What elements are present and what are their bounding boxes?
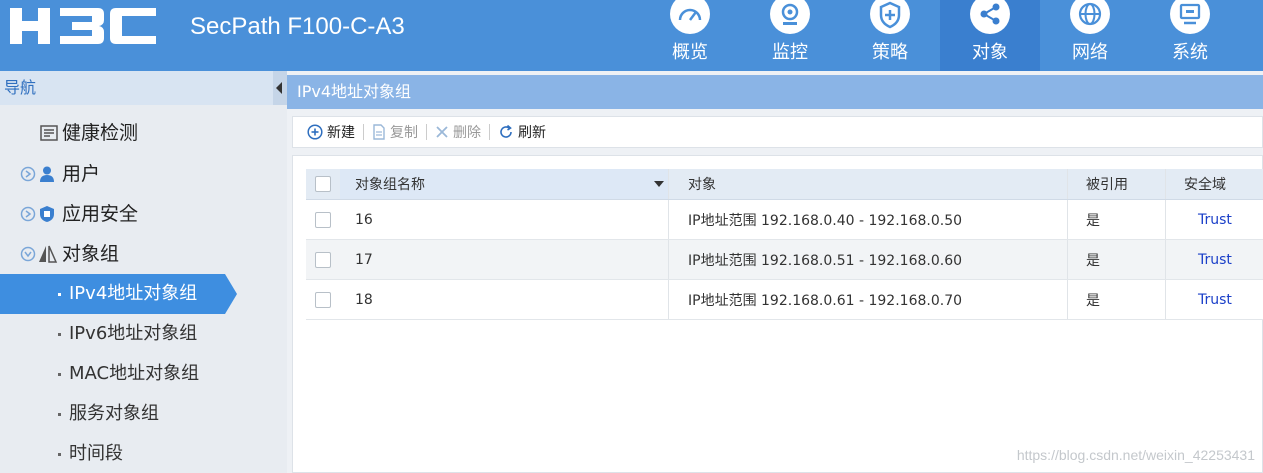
triangle-icon: [39, 245, 58, 263]
sidebar: 导航 健康检测 用户 应用安全 对象组 IPv4地址对象组 IPv6地址对象组 …: [0, 71, 287, 473]
monitor-icon: [1170, 0, 1210, 34]
select-all-checkbox[interactable]: [315, 176, 331, 192]
page-title: IPv4地址对象组: [287, 75, 1263, 109]
sidebar-title: 导航: [4, 78, 37, 97]
delete-button[interactable]: 删除: [427, 120, 489, 144]
sidebar-subitem-mac-group[interactable]: MAC地址对象组: [0, 354, 287, 394]
nav-label: 系统: [1172, 42, 1208, 63]
row-checkbox[interactable]: [315, 291, 331, 308]
nav-label: 概览: [672, 42, 708, 63]
nav-tab-policy[interactable]: 策略: [840, 0, 940, 71]
sidebar-collapse-button[interactable]: [273, 71, 287, 105]
sidebar-item-app-security[interactable]: 应用安全: [0, 194, 287, 234]
sidebar-item-object-group[interactable]: 对象组: [0, 234, 287, 274]
cell-object: IP地址范围 192.168.0.51 - 192.168.0.60: [668, 240, 1067, 279]
table-row[interactable]: 16 IP地址范围 192.168.0.40 - 192.168.0.50 是 …: [306, 200, 1263, 240]
cell-object: IP地址范围 192.168.0.40 - 192.168.0.50: [668, 200, 1067, 239]
sidebar-subitem-service-group[interactable]: 服务对象组: [0, 394, 287, 434]
camera-icon: [770, 0, 810, 34]
table-row[interactable]: 17 IP地址范围 192.168.0.51 - 192.168.0.60 是 …: [306, 240, 1263, 280]
new-button-label: 新建: [327, 125, 355, 141]
nav-tab-object[interactable]: 对象: [940, 0, 1040, 71]
sidebar-subitem-label: 服务对象组: [69, 403, 159, 424]
sidebar-item-health-check[interactable]: 健康检测: [0, 113, 287, 153]
sidebar-subitem-label: IPv6地址对象组: [69, 323, 198, 344]
sidebar-subitem-label: IPv4地址对象组: [69, 283, 198, 304]
sidebar-item-user[interactable]: 用户: [0, 154, 287, 194]
expand-circle-icon: [20, 206, 36, 222]
column-header-object: 对象: [668, 169, 1067, 199]
main-nav: 概览 监控 策略 对象 网络 系统: [640, 0, 1240, 71]
globe-icon: [1070, 0, 1110, 34]
table-row[interactable]: 18 IP地址范围 192.168.0.61 - 192.168.0.70 是 …: [306, 280, 1263, 320]
cell-name: 17: [355, 251, 373, 268]
sidebar-subitem-ipv4-group[interactable]: IPv4地址对象组: [0, 274, 287, 314]
nav-label: 策略: [872, 42, 908, 63]
cell-zone-link[interactable]: Trust: [1165, 240, 1263, 279]
nav-label: 对象: [972, 42, 1008, 63]
row-checkbox[interactable]: [315, 251, 331, 268]
column-header-zone: 安全域: [1165, 169, 1263, 199]
nav-label: 监控: [772, 42, 808, 63]
new-button[interactable]: 新建: [299, 120, 363, 144]
refresh-button[interactable]: 刷新: [490, 120, 554, 144]
cell-name: 16: [355, 211, 373, 228]
cell-zone-link[interactable]: Trust: [1165, 200, 1263, 239]
cell-referenced: 是: [1067, 280, 1165, 319]
content-area: 对象组名称 对象 被引用 安全域 16 IP地址范围 192.168.0.40 …: [292, 155, 1263, 473]
user-icon: [40, 166, 54, 182]
h3c-logo: [10, 8, 156, 44]
cell-name: 18: [355, 291, 373, 308]
row-checkbox[interactable]: [315, 211, 331, 228]
cell-referenced: 是: [1067, 240, 1165, 279]
copy-icon: [373, 124, 385, 140]
nav-tab-network[interactable]: 网络: [1040, 0, 1140, 71]
nav-label: 网络: [1072, 42, 1108, 63]
collapse-circle-icon: [20, 246, 36, 262]
nav-tab-overview[interactable]: 概览: [640, 0, 740, 71]
list-icon: [40, 125, 58, 141]
refresh-button-label: 刷新: [518, 125, 546, 141]
expand-circle-icon: [20, 166, 36, 182]
sidebar-item-label: 应用安全: [62, 203, 139, 225]
sidebar-subitem-label: 时间段: [69, 443, 123, 464]
column-header-name[interactable]: 对象组名称: [340, 169, 668, 199]
sidebar-subitem-ipv6-group[interactable]: IPv6地址对象组: [0, 314, 287, 354]
shield-plus-icon: [870, 0, 910, 34]
column-menu-icon[interactable]: [654, 181, 664, 187]
nav-tab-system[interactable]: 系统: [1140, 0, 1240, 71]
cell-referenced: 是: [1067, 200, 1165, 239]
cell-object: IP地址范围 192.168.0.61 - 192.168.0.70: [668, 280, 1067, 319]
delete-button-label: 删除: [453, 125, 481, 141]
nav-tab-monitor[interactable]: 监控: [740, 0, 840, 71]
sidebar-item-label: 健康检测: [62, 122, 139, 144]
column-header-referenced: 被引用: [1067, 169, 1165, 199]
dashboard-icon: [670, 0, 710, 34]
sidebar-item-label: 用户: [62, 163, 101, 185]
cell-zone-link[interactable]: Trust: [1165, 280, 1263, 319]
close-icon: [436, 126, 448, 138]
object-group-table: 对象组名称 对象 被引用 安全域 16 IP地址范围 192.168.0.40 …: [306, 169, 1263, 320]
copy-button-label: 复制: [390, 125, 418, 141]
refresh-icon: [500, 124, 512, 138]
add-circle-icon: [307, 124, 323, 140]
shield-icon: [40, 206, 54, 222]
sidebar-subitem-label: MAC地址对象组: [69, 363, 200, 384]
table-header: 对象组名称 对象 被引用 安全域: [306, 169, 1263, 200]
main-panel: IPv4地址对象组 新建 复制 删除 刷新 对象组名称 对象 被引用 安全域 1…: [287, 71, 1263, 473]
sidebar-header: 导航: [0, 71, 287, 105]
watermark-text: https://blog.csdn.net/weixin_42253431: [1016, 447, 1255, 463]
sidebar-item-label: 对象组: [62, 243, 120, 265]
copy-button[interactable]: 复制: [364, 120, 426, 144]
share-icon: [970, 0, 1010, 34]
toolbar: 新建 复制 删除 刷新: [292, 116, 1263, 148]
product-name: SecPath F100-C-A3: [190, 13, 405, 40]
sidebar-subitem-time-range[interactable]: 时间段: [0, 434, 287, 473]
top-header: SecPath F100-C-A3 概览 监控 策略 对象 网络 系统: [0, 0, 1263, 71]
